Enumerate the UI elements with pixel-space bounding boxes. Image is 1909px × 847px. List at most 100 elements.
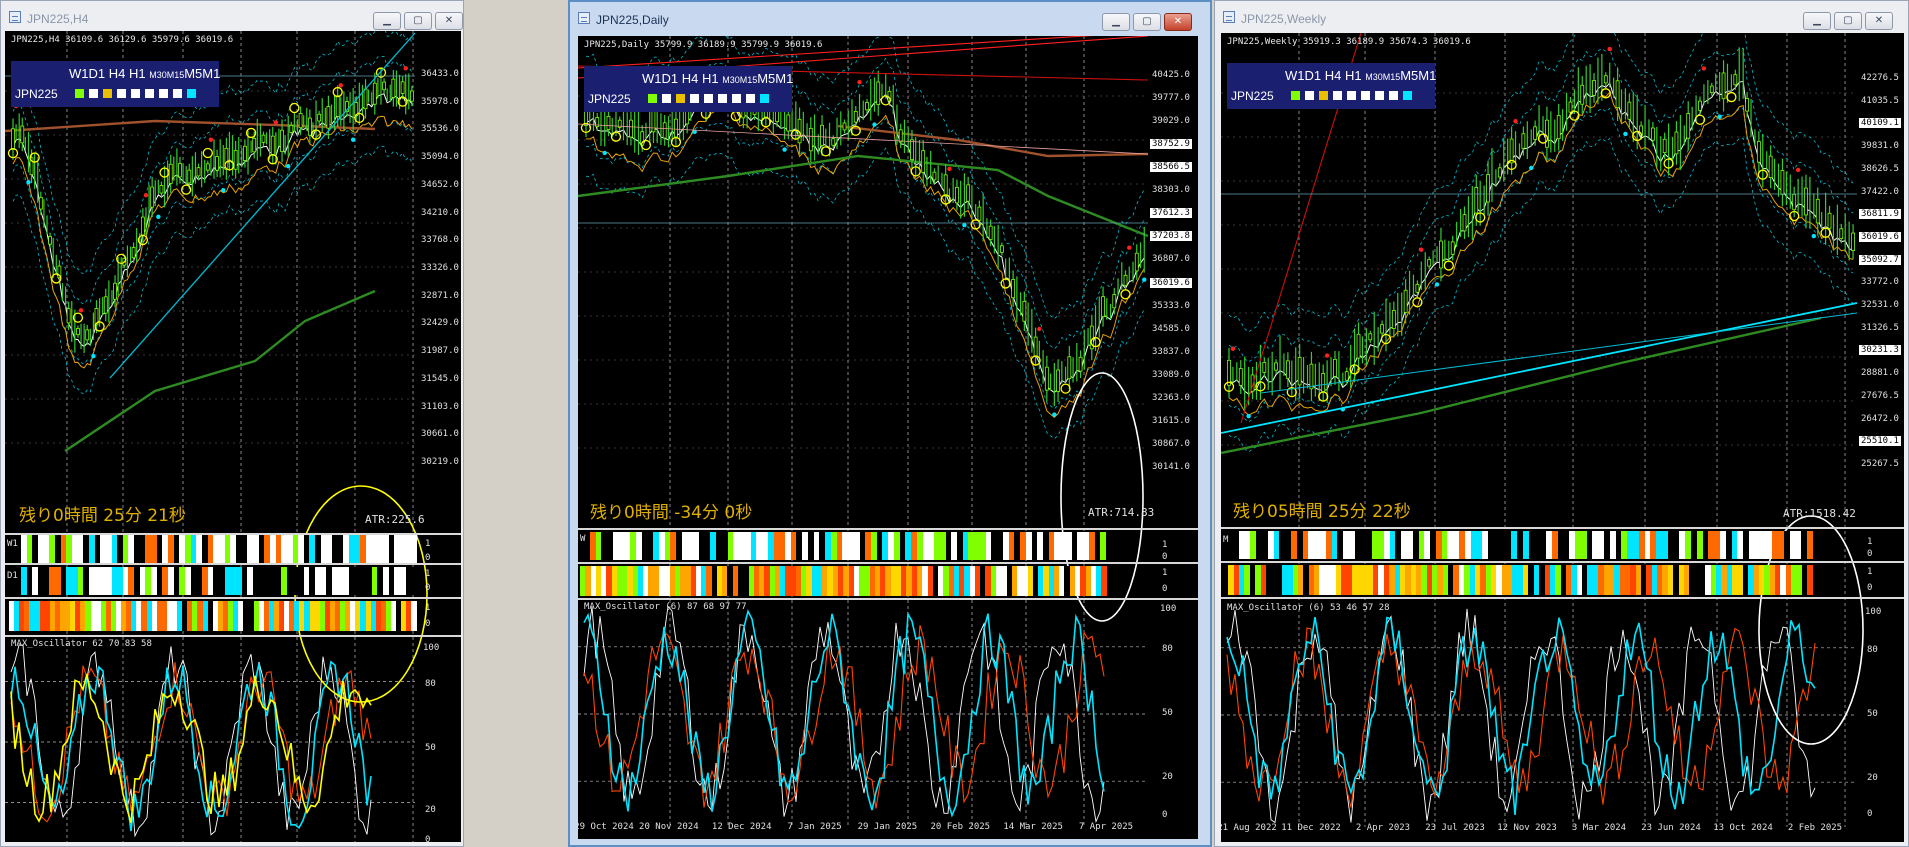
strip-label-w: W (580, 534, 586, 544)
price-tick: 34210.0 (421, 207, 459, 218)
panel-separator[interactable] (578, 528, 1198, 530)
candle (1627, 101, 1632, 120)
timeframe-status-box (732, 94, 741, 103)
title-bar[interactable]: JPN225,H4 ▁ ▢ ✕ (1, 1, 463, 31)
chart-window-h4[interactable]: JPN225,H4 ▁ ▢ ✕ JPN225,H4 36109.6 36129.… (0, 0, 464, 847)
price-axis[interactable]: 42276.5 41035.5 40109.1 39831.0 38626.5 37422… (1857, 33, 1904, 842)
candle (1123, 274, 1128, 286)
peak-dot (1037, 326, 1042, 332)
timeframe-status-box (690, 94, 699, 103)
price-tick: 36019.6 (1859, 231, 1901, 242)
price-tick: 40109.1 (1859, 118, 1901, 129)
candle (11, 128, 15, 150)
timeframe-panel[interactable]: W1D1 H4 H1 M30M15M5M1 JPN225 (1227, 63, 1436, 109)
panel-separator[interactable] (1221, 527, 1904, 529)
title-bar[interactable]: JPN225,Daily ▁ ▢ ✕ (570, 2, 1210, 32)
maximize-icon: ▢ (1843, 15, 1853, 26)
timeframe-status-box (746, 94, 755, 103)
osc-level-50: 50 (1162, 708, 1173, 718)
minimize-icon: ▁ (1813, 15, 1821, 26)
strip-value: 1 (1867, 567, 1873, 577)
peak-dot (403, 66, 408, 71)
trendline (1221, 302, 1858, 434)
peak-dot (1701, 66, 1707, 71)
timeframe-status-box (75, 89, 84, 98)
chart-area[interactable]: JPN225,H4 36109.6 36129.6 35979.6 36019.… (5, 31, 461, 842)
panel-separator[interactable] (5, 563, 461, 565)
oscillator-label: MAX_Oscillator 62 70 83 58 (11, 639, 152, 649)
price-tick: 31987.0 (421, 346, 459, 357)
minimize-button[interactable]: ▁ (1102, 13, 1130, 31)
time-axis[interactable]: 29 Oct 2024 20 Nov 2024 12 Dec 2024 7 Jan 2… (578, 822, 1148, 836)
time-tick: 3 Mar 2024 (1571, 823, 1627, 833)
title-bar[interactable]: JPN225,Weekly ▁ ▢ ✕ (1215, 1, 1908, 31)
chart-area[interactable]: JPN225,Daily 35799.9 36189.9 35799.9 360… (578, 36, 1198, 839)
minimize-button[interactable]: ▁ (1803, 12, 1831, 30)
candle (233, 149, 238, 170)
trough-dot (1717, 114, 1722, 119)
signal-strip-d1 (21, 567, 417, 595)
osc-level-0: 0 (425, 835, 431, 842)
candle (1662, 138, 1667, 154)
minimize-button[interactable]: ▁ (373, 12, 401, 30)
timeframe-status-box (704, 94, 713, 103)
time-tick: 21 Aug 2022 (1221, 823, 1277, 833)
trough-dot (91, 353, 96, 359)
candle (215, 156, 219, 171)
strip-value: 0 (1162, 552, 1168, 562)
candle (1056, 369, 1060, 392)
price-chart-canvas[interactable] (5, 31, 461, 842)
candle (76, 328, 80, 336)
price-axis[interactable]: 40425.0 39777.0 39029.0 38752.9 38566.5 38303… (1148, 36, 1198, 839)
maximize-button[interactable]: ▢ (1834, 12, 1862, 30)
signal-strip-w (1223, 565, 1813, 595)
candle (1486, 174, 1490, 203)
price-chart-canvas[interactable] (1221, 33, 1904, 842)
candle (280, 129, 284, 153)
time-tick: 29 Oct 2024 (578, 822, 634, 832)
chart-window-weekly[interactable]: JPN225,Weekly ▁ ▢ ✕ JPN225,Weekly 35919.… (1214, 0, 1909, 847)
atr-value: ATR:714.83 (1088, 506, 1155, 519)
price-axis[interactable]: 36433.0 35978.0 35536.0 35094.0 34652.0 34210… (417, 31, 461, 842)
candle (1545, 119, 1549, 148)
price-tick: 25267.5 (1861, 459, 1899, 469)
close-button[interactable]: ✕ (435, 12, 463, 30)
panel-separator[interactable] (578, 598, 1198, 600)
close-button[interactable]: ✕ (1865, 12, 1893, 30)
time-tick: 11 Dec 2022 (1281, 823, 1341, 833)
oscillator-label: MAX_Oscillator (6) 87 68 97 77 (584, 602, 747, 612)
time-axis[interactable]: 21 Aug 2022 11 Dec 2022 2 Apr 2023 23 Jul 2… (1221, 823, 1857, 837)
chart-window-daily[interactable]: JPN225,Daily ▁ ▢ ✕ JPN225,Daily 35799.9 … (568, 0, 1212, 847)
chart-area[interactable]: JPN225,Weekly 35919.3 36189.9 35674.3 36… (1221, 33, 1904, 842)
timeframe-status-box (173, 89, 182, 98)
candle (335, 95, 340, 117)
panel-separator[interactable] (1221, 597, 1904, 599)
timeframe-labels: W1D1 H4 H1 M30M15M5M1 (642, 71, 793, 86)
price-tick: 36807.0 (1152, 254, 1190, 265)
minimize-icon: ▁ (383, 15, 391, 26)
close-button[interactable]: ✕ (1164, 13, 1192, 31)
panel-separator[interactable] (1221, 561, 1904, 563)
candle (1509, 138, 1514, 164)
timeframe-symbol: JPN225 (1231, 89, 1274, 103)
candle (400, 81, 405, 94)
price-chart-canvas[interactable] (578, 36, 1198, 839)
time-tick: 2 Apr 2023 (1355, 823, 1411, 833)
oscillator-line (1226, 616, 1816, 816)
candle (1792, 193, 1797, 211)
trough-dot (1623, 131, 1628, 137)
timeframe-panel[interactable]: W1D1 H4 H1 M30M15M5M1 JPN225 (11, 61, 220, 107)
panel-separator[interactable] (5, 635, 461, 637)
tf-small: M30M15 (149, 70, 185, 80)
time-tick: 12 Dec 2024 (711, 822, 772, 832)
candle (988, 225, 993, 240)
signal-strip-w (590, 532, 1107, 560)
maximize-button[interactable]: ▢ (404, 12, 432, 30)
maximize-button[interactable]: ▢ (1133, 13, 1161, 31)
timeframe-panel[interactable]: W1D1 H4 H1 M30M15M5M1 JPN225 (584, 66, 793, 112)
panel-separator[interactable] (578, 562, 1198, 564)
osc-level-50: 50 (1867, 709, 1878, 719)
trough-dot (872, 122, 877, 127)
panel-separator[interactable] (5, 597, 461, 599)
candle (307, 117, 312, 136)
